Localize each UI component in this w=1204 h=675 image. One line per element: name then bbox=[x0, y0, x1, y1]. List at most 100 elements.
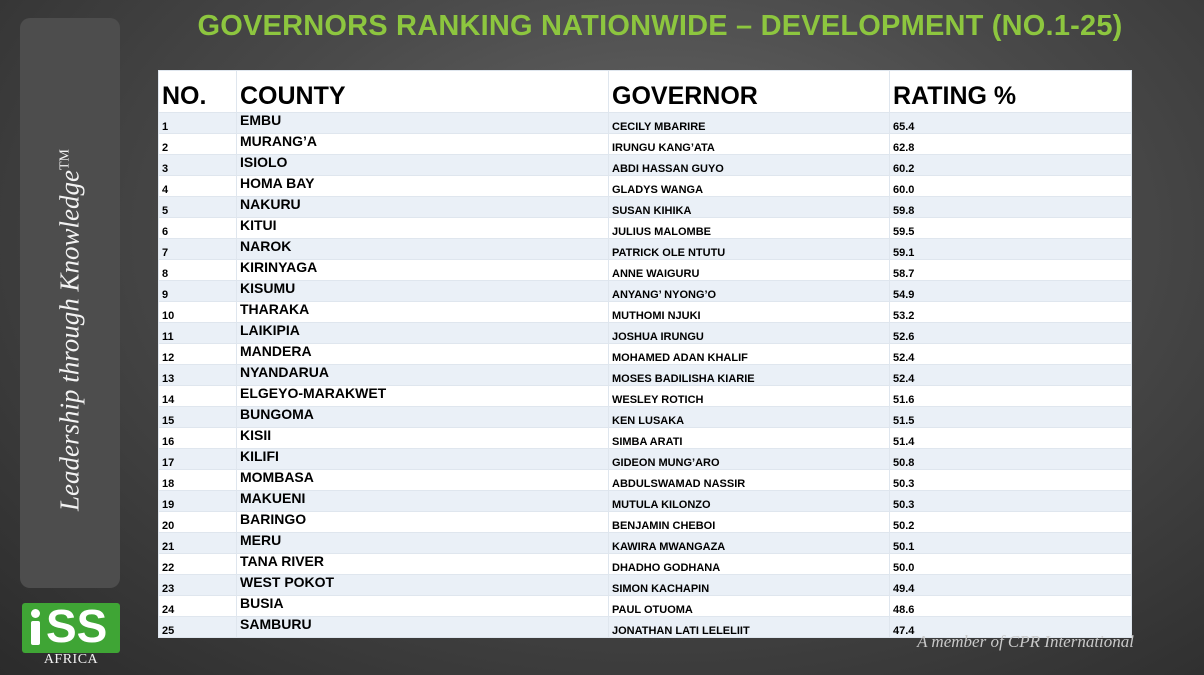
table-row: 3 ISIOLO ABDI HASSAN GUYO 60.2 bbox=[158, 154, 1132, 176]
cell-rating: 50.0 bbox=[889, 553, 1132, 575]
cell-no: 4 bbox=[158, 175, 237, 197]
cell-county: BARINGO bbox=[236, 511, 609, 533]
table-row: 13 NYANDARUA MOSES BADILISHA KIARIE 52.4 bbox=[158, 364, 1132, 386]
table-row: 1 EMBU CECILY MBARIRE 65.4 bbox=[158, 112, 1132, 134]
cell-no: 5 bbox=[158, 196, 237, 218]
cell-governor: SIMON KACHAPIN bbox=[608, 574, 890, 596]
cell-governor: KAWIRA MWANGAZA bbox=[608, 532, 890, 554]
cell-governor: IRUNGU KANG’ATA bbox=[608, 133, 890, 155]
cell-no: 21 bbox=[158, 532, 237, 554]
cell-rating: 59.1 bbox=[889, 238, 1132, 260]
table-row: 22 TANA RIVER DHADHO GODHANA 50.0 bbox=[158, 553, 1132, 575]
cell-no: 2 bbox=[158, 133, 237, 155]
logo-i-dot bbox=[31, 609, 40, 618]
cell-county: KILIFI bbox=[236, 448, 609, 470]
cell-county: THARAKA bbox=[236, 301, 609, 323]
cell-no: 8 bbox=[158, 259, 237, 281]
cell-county: TANA RIVER bbox=[236, 553, 609, 575]
cell-governor: MOSES BADILISHA KIARIE bbox=[608, 364, 890, 386]
cell-governor: DHADHO GODHANA bbox=[608, 553, 890, 575]
cell-rating: 53.2 bbox=[889, 301, 1132, 323]
cell-rating: 52.4 bbox=[889, 343, 1132, 365]
cell-county: WEST POKOT bbox=[236, 574, 609, 596]
cell-rating: 51.4 bbox=[889, 427, 1132, 449]
cell-no: 10 bbox=[158, 301, 237, 323]
cell-governor: BENJAMIN CHEBOI bbox=[608, 511, 890, 533]
cell-county: BUNGOMA bbox=[236, 406, 609, 428]
cell-county: NAKURU bbox=[236, 196, 609, 218]
cell-no: 25 bbox=[158, 616, 237, 638]
cell-county: KIRINYAGA bbox=[236, 259, 609, 281]
cell-county: SAMBURU bbox=[236, 616, 609, 638]
cell-governor: GLADYS WANGA bbox=[608, 175, 890, 197]
table-row: 12 MANDERA MOHAMED ADAN KHALIF 52.4 bbox=[158, 343, 1132, 365]
cell-county: NAROK bbox=[236, 238, 609, 260]
cell-governor: SUSAN KIHIKA bbox=[608, 196, 890, 218]
cell-no: 18 bbox=[158, 469, 237, 491]
cell-county: KISII bbox=[236, 427, 609, 449]
cell-no: 23 bbox=[158, 574, 237, 596]
cell-county: NYANDARUA bbox=[236, 364, 609, 386]
table-row: 2 MURANG’A IRUNGU KANG’ATA 62.8 bbox=[158, 133, 1132, 155]
header-no: NO. bbox=[158, 70, 237, 113]
cell-rating: 50.2 bbox=[889, 511, 1132, 533]
cell-rating: 51.6 bbox=[889, 385, 1132, 407]
cell-governor: PAUL OTUOMA bbox=[608, 595, 890, 617]
cell-governor: KEN LUSAKA bbox=[608, 406, 890, 428]
cell-rating: 65.4 bbox=[889, 112, 1132, 134]
table-row: 14 ELGEYO-MARAKWET WESLEY ROTICH 51.6 bbox=[158, 385, 1132, 407]
cell-county: ISIOLO bbox=[236, 154, 609, 176]
table-row: 16 KISII SIMBA ARATI 51.4 bbox=[158, 427, 1132, 449]
cell-rating: 50.3 bbox=[889, 469, 1132, 491]
cell-county: MOMBASA bbox=[236, 469, 609, 491]
ranking-table-container: NO. COUNTY GOVERNOR RATING % 1 EMBU CECILY… bbox=[158, 70, 1132, 638]
table-header-row: NO. COUNTY GOVERNOR RATING % bbox=[158, 70, 1132, 113]
cell-rating: 59.5 bbox=[889, 217, 1132, 239]
logo-i-stem bbox=[31, 621, 40, 645]
table-row: 23 WEST POKOT SIMON KACHAPIN 49.4 bbox=[158, 574, 1132, 596]
table-row: 7 NAROK PATRICK OLE NTUTU 59.1 bbox=[158, 238, 1132, 260]
cell-no: 7 bbox=[158, 238, 237, 260]
tagline-text: Leadership through Knowledge bbox=[54, 170, 85, 511]
cell-rating: 50.3 bbox=[889, 490, 1132, 512]
cell-governor: PATRICK OLE NTUTU bbox=[608, 238, 890, 260]
table-row: 6 KITUI JULIUS MALOMBE 59.5 bbox=[158, 217, 1132, 239]
table-row: 20 BARINGO BENJAMIN CHEBOI 50.2 bbox=[158, 511, 1132, 533]
cell-rating: 60.2 bbox=[889, 154, 1132, 176]
cell-governor: ABDULSWAMAD NASSIR bbox=[608, 469, 890, 491]
cell-governor: JONATHAN LATI LELELIIT bbox=[608, 616, 890, 638]
table-row: 17 KILIFI GIDEON MUNG’ARO 50.8 bbox=[158, 448, 1132, 470]
cell-no: 22 bbox=[158, 553, 237, 575]
table-row: 9 KISUMU ANYANG’ NYONG’O 54.9 bbox=[158, 280, 1132, 302]
cell-no: 24 bbox=[158, 595, 237, 617]
table-row: 18 MOMBASA ABDULSWAMAD NASSIR 50.3 bbox=[158, 469, 1132, 491]
cell-rating: 48.6 bbox=[889, 595, 1132, 617]
cell-rating: 62.8 bbox=[889, 133, 1132, 155]
cell-rating: 60.0 bbox=[889, 175, 1132, 197]
sidebar-tagline: Leadership through KnowledgeTM bbox=[55, 149, 86, 511]
cell-county: MERU bbox=[236, 532, 609, 554]
cell-no: 1 bbox=[158, 112, 237, 134]
table-row: 10 THARAKA MUTHOMI NJUKI 53.2 bbox=[158, 301, 1132, 323]
cell-governor: MUTHOMI NJUKI bbox=[608, 301, 890, 323]
cell-rating: 59.8 bbox=[889, 196, 1132, 218]
table-row: 4 HOMA BAY GLADYS WANGA 60.0 bbox=[158, 175, 1132, 197]
cell-county: EMBU bbox=[236, 112, 609, 134]
cell-rating: 49.4 bbox=[889, 574, 1132, 596]
cell-rating: 52.4 bbox=[889, 364, 1132, 386]
member-note: A member of CPR International bbox=[917, 632, 1134, 651]
cell-governor: MUTULA KILONZO bbox=[608, 490, 890, 512]
cell-no: 17 bbox=[158, 448, 237, 470]
cell-no: 19 bbox=[158, 490, 237, 512]
cell-rating: 54.9 bbox=[889, 280, 1132, 302]
cell-no: 11 bbox=[158, 322, 237, 344]
cell-governor: MOHAMED ADAN KHALIF bbox=[608, 343, 890, 365]
cell-governor: JULIUS MALOMBE bbox=[608, 217, 890, 239]
cell-no: 9 bbox=[158, 280, 237, 302]
ranking-table: NO. COUNTY GOVERNOR RATING % 1 EMBU CECILY… bbox=[158, 70, 1132, 638]
cell-rating: 58.7 bbox=[889, 259, 1132, 281]
page-title: GOVERNORS RANKING NATIONWIDE – DEVELOPME… bbox=[197, 10, 1123, 42]
table-row: 21 MERU KAWIRA MWANGAZA 50.1 bbox=[158, 532, 1132, 554]
logo-text: SS bbox=[46, 600, 108, 652]
table-row: 19 MAKUENI MUTULA KILONZO 50.3 bbox=[158, 490, 1132, 512]
